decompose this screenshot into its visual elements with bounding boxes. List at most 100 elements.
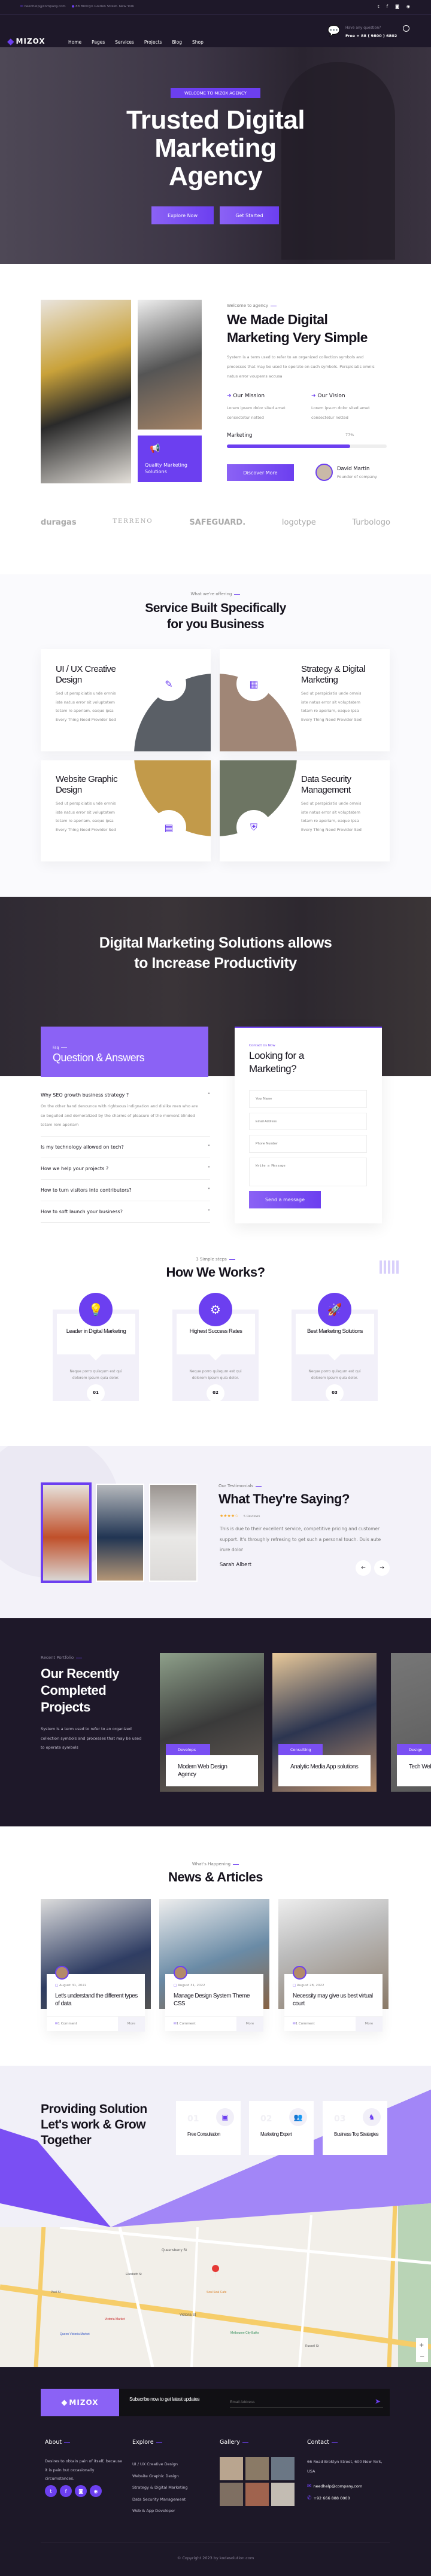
arrow-circle-icon: ➜ bbox=[311, 393, 318, 399]
gallery-thumb[interactable] bbox=[245, 2483, 269, 2506]
message-textarea[interactable] bbox=[249, 1158, 367, 1186]
logo-duragas: duragas bbox=[41, 518, 77, 527]
gallery-thumb[interactable] bbox=[245, 2457, 269, 2480]
explore-now-button[interactable]: Explore Now bbox=[151, 206, 214, 224]
footer-link[interactable]: Strategy & Digital Marketing bbox=[132, 2482, 188, 2494]
grow-card[interactable]: 02 👥 Marketing Expert bbox=[249, 2101, 314, 2155]
faq-item[interactable]: How we help your projects ? ˅ bbox=[41, 1158, 210, 1180]
phone-number[interactable]: Free + 88 ( 9800 ) 6802 bbox=[345, 34, 397, 38]
footer-phone[interactable]: ✆ +92 666 888 0000 bbox=[307, 2495, 350, 2501]
comment-count[interactable]: ✉1 Comment bbox=[293, 2022, 315, 2026]
email-input[interactable] bbox=[249, 1113, 367, 1130]
comment-count[interactable]: ✉1 Comment bbox=[174, 2022, 196, 2026]
testimonial-photo[interactable] bbox=[96, 1484, 144, 1582]
chevron-down-icon[interactable]: ˅ bbox=[208, 1187, 210, 1193]
news-card[interactable]: ▢ August 31, 2022 Let's understand the d… bbox=[47, 1966, 145, 2032]
location-map[interactable]: Queensberry St Victoria St Elizabeth St … bbox=[0, 2203, 431, 2367]
project-card[interactable]: Develops Modern Web Design Agency bbox=[160, 1653, 264, 1792]
subscribe-email-input[interactable] bbox=[230, 2397, 383, 2408]
nav-services[interactable]: Services bbox=[115, 39, 134, 45]
search-icon[interactable] bbox=[403, 25, 409, 32]
nav-shop[interactable]: Shop bbox=[192, 39, 204, 45]
footer-link[interactable]: Website Graphic Design bbox=[132, 2471, 188, 2483]
topbar-info: ✉ needhelp@company.com ● 88 Broklyn Gold… bbox=[20, 5, 134, 8]
grow-card[interactable]: 03 ♞ Business Top Strategies bbox=[323, 2101, 387, 2155]
footer-email[interactable]: ✉ needhelp@company.com bbox=[307, 2483, 362, 2489]
discover-more-button[interactable]: Discover More bbox=[227, 464, 294, 481]
phone-input[interactable] bbox=[249, 1135, 367, 1153]
project-tag[interactable]: Design bbox=[397, 1744, 431, 1755]
facebook-icon[interactable]: f bbox=[60, 2485, 72, 2497]
calendar-icon: ▢ bbox=[55, 1984, 59, 1987]
grow-number: 01 bbox=[187, 2114, 199, 2124]
chevron-down-icon[interactable]: ˅ bbox=[208, 1144, 210, 1150]
footer-explore-links: UI / UX Creative Design Website Graphic … bbox=[132, 2459, 188, 2517]
step-title: Leader in Digital Marketing bbox=[66, 1328, 126, 1335]
gallery-thumb[interactable] bbox=[271, 2457, 295, 2480]
testimonial-photo[interactable] bbox=[149, 1484, 198, 1582]
service-text: Sed ut perspiciatis unde omnis iste natu… bbox=[301, 691, 362, 722]
nav-pages[interactable]: Pages bbox=[92, 39, 105, 45]
footer-link[interactable]: Data Security Management bbox=[132, 2494, 188, 2506]
service-title: Data Security Management bbox=[301, 774, 351, 795]
gallery-thumb[interactable] bbox=[220, 2457, 243, 2480]
portfolio-section: Recent Portfolio Our Recently Completed … bbox=[0, 1618, 431, 1826]
testimonial-photo-active[interactable] bbox=[41, 1482, 92, 1583]
news-title[interactable]: Necessity may give us best virtual court bbox=[293, 1992, 377, 2008]
name-input[interactable] bbox=[249, 1090, 367, 1108]
team-icon: 👥 bbox=[289, 2108, 307, 2126]
project-card[interactable]: Consulting Analytic Media App solutions bbox=[272, 1653, 377, 1792]
arrow-right-icon[interactable]: → bbox=[374, 1560, 390, 1576]
author-avatar bbox=[315, 464, 333, 481]
arrow-left-icon[interactable]: ← bbox=[356, 1560, 371, 1576]
more-button[interactable]: More bbox=[236, 2017, 263, 2032]
nav-blog[interactable]: Blog bbox=[172, 39, 182, 45]
step-number: 03 bbox=[326, 1384, 344, 1402]
instagram-icon[interactable]: ◙ bbox=[395, 4, 399, 9]
svg-text:−: − bbox=[420, 2353, 424, 2360]
instagram-icon[interactable]: ◙ bbox=[75, 2485, 87, 2497]
twitter-icon[interactable]: t bbox=[378, 4, 380, 9]
project-tag[interactable]: Develops bbox=[166, 1744, 210, 1755]
grow-card[interactable]: 01 ▣ Free Consultation bbox=[176, 2101, 241, 2155]
twitter-icon[interactable]: t bbox=[45, 2485, 57, 2497]
more-button[interactable]: More bbox=[356, 2017, 383, 2032]
logo[interactable]: ◆ MIZOX bbox=[7, 36, 45, 47]
chevron-down-icon[interactable]: ˅ bbox=[208, 1166, 210, 1171]
about-subtitle: Welcome to agency bbox=[227, 303, 277, 308]
nav-projects[interactable]: Projects bbox=[144, 39, 162, 45]
news-title[interactable]: Manage Design System Theme CSS bbox=[174, 1992, 257, 2008]
footer-link[interactable]: Web & App Developer bbox=[132, 2505, 188, 2517]
project-card[interactable]: Design Tech Web Solution bbox=[391, 1653, 431, 1792]
faq-item[interactable]: Is my technology allowed on tech? ˅ bbox=[41, 1137, 210, 1158]
step-text: Neque porro quisqum est qui dolorem ipsu… bbox=[69, 1369, 122, 1380]
testimonials-title: What They're Saying? bbox=[218, 1491, 350, 1506]
footer: ◆ MIZOX Subscribe now to get latest updat… bbox=[0, 2367, 431, 2576]
grow-number: 03 bbox=[334, 2114, 346, 2124]
more-button[interactable]: More bbox=[118, 2017, 145, 2032]
send-message-button[interactable]: Send a message bbox=[249, 1191, 321, 1208]
news-card[interactable]: ▢ August 28, 2022 Necessity may give us … bbox=[284, 1966, 383, 2032]
pinterest-icon[interactable]: ◉ bbox=[406, 4, 410, 9]
news-card[interactable]: ▢ August 31, 2022 Manage Design System T… bbox=[165, 1966, 263, 2032]
about-text: System is a term used to refer to an org… bbox=[227, 355, 375, 379]
send-icon[interactable]: ➤ bbox=[375, 2397, 381, 2406]
get-started-button[interactable]: Get Started bbox=[220, 206, 279, 224]
gallery-thumb[interactable] bbox=[220, 2483, 243, 2506]
nav-home[interactable]: Home bbox=[68, 39, 81, 45]
faq-item[interactable]: Why SEO growth business strategy ? ˄ On t… bbox=[41, 1090, 210, 1137]
gallery-thumb[interactable] bbox=[271, 2483, 295, 2506]
facebook-icon[interactable]: f bbox=[387, 4, 388, 9]
chevron-down-icon[interactable]: ˅ bbox=[208, 1209, 210, 1214]
skill-label: Marketing bbox=[227, 433, 253, 439]
comment-count[interactable]: ✉1 Comment bbox=[55, 2022, 77, 2026]
news-title[interactable]: Let's understand the different types of … bbox=[55, 1992, 139, 2008]
footer-logo[interactable]: ◆ MIZOX bbox=[41, 2389, 119, 2416]
faq-item[interactable]: How to soft launch your business? ˅ bbox=[41, 1201, 210, 1223]
pinterest-icon[interactable]: ◉ bbox=[90, 2485, 102, 2497]
chevron-up-icon[interactable]: ˄ bbox=[208, 1092, 210, 1098]
project-tag[interactable]: Consulting bbox=[278, 1744, 323, 1755]
faq-item[interactable]: How to turn visitors into contributors? ˅ bbox=[41, 1180, 210, 1201]
topbar-email[interactable]: ✉ needhelp@company.com bbox=[20, 5, 66, 8]
footer-link[interactable]: UI / UX Creative Design bbox=[132, 2459, 188, 2471]
